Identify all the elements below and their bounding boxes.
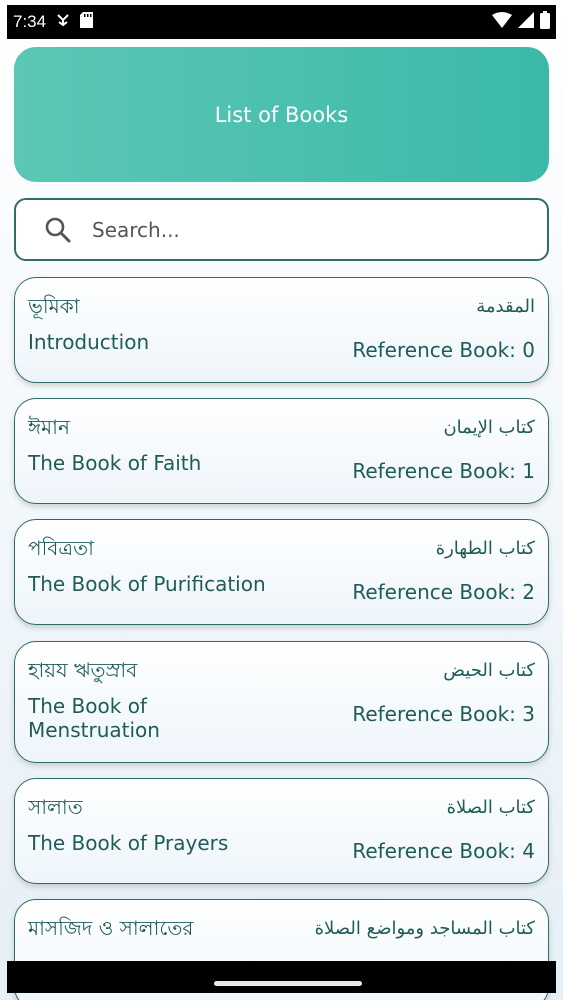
book-title-arabic: كتاب المساجد ومواضع الصلاة <box>314 918 535 939</box>
battery-icon <box>540 11 550 33</box>
book-card-purification[interactable]: পবিত্রতা The Book of Purification كتاب ا… <box>14 519 549 625</box>
book-title-arabic: كتاب الحيض <box>443 660 535 681</box>
book-title-english: The Book of Faith <box>28 451 202 475</box>
book-title-arabic: المقدمة <box>476 296 535 317</box>
usb-debug-icon <box>56 13 70 31</box>
reference-book-label: Reference Book: 3 <box>352 702 535 726</box>
app-screen: 7:34 List of Books Search... ভূমিকা Intr… <box>0 0 563 1000</box>
sd-card-icon <box>80 12 94 32</box>
navigation-bar <box>7 961 556 993</box>
book-title-bengali: সালাত <box>28 795 83 819</box>
search-icon <box>44 216 72 244</box>
header-banner: List of Books <box>14 47 549 182</box>
book-title-english: The Book of Menstruation <box>28 694 160 742</box>
book-card-introduction[interactable]: ভূমিকা Introduction المقدمة Reference Bo… <box>14 277 549 383</box>
search-bar[interactable] <box>14 198 549 261</box>
reference-book-label: Reference Book: 1 <box>352 459 535 483</box>
page-title: List of Books <box>214 102 349 127</box>
book-title-arabic: كتاب الطهارة <box>435 538 535 559</box>
book-title-bengali: ভূমিকা <box>28 294 80 318</box>
status-bar: 7:34 <box>7 5 556 39</box>
book-title-english: Introduction <box>28 330 150 354</box>
search-input[interactable] <box>90 216 494 243</box>
book-title-bengali: মাসজিদ ও সালাতের <box>28 916 194 940</box>
book-title-arabic: كتاب الإيمان <box>443 417 535 438</box>
reference-book-label: Reference Book: 4 <box>352 839 535 863</box>
book-card-faith[interactable]: ঈমান The Book of Faith كتاب الإيمان Refe… <box>14 398 549 504</box>
book-title-english: The Book of Prayers <box>28 831 229 855</box>
reference-book-label: Reference Book: 2 <box>352 580 535 604</box>
signal-icon <box>518 12 534 32</box>
book-title-bengali: হায়য ঋতুস্রাব <box>28 658 138 682</box>
book-title-arabic: كتاب الصلاة <box>446 797 535 818</box>
wifi-icon <box>492 12 512 32</box>
book-title-bengali: ঈমান <box>28 415 70 439</box>
book-title-bengali: পবিত্রতা <box>28 536 94 560</box>
book-title-english: The Book of Purification <box>28 572 266 596</box>
home-gesture-handle[interactable] <box>214 981 362 986</box>
status-time: 7:34 <box>13 12 47 31</box>
book-card-prayers[interactable]: সালাত The Book of Prayers كتاب الصلاة Re… <box>14 778 549 884</box>
book-card-menstruation[interactable]: হায়য ঋতুস্রাব The Book of Menstruation … <box>14 641 549 763</box>
reference-book-label: Reference Book: 0 <box>352 338 535 362</box>
